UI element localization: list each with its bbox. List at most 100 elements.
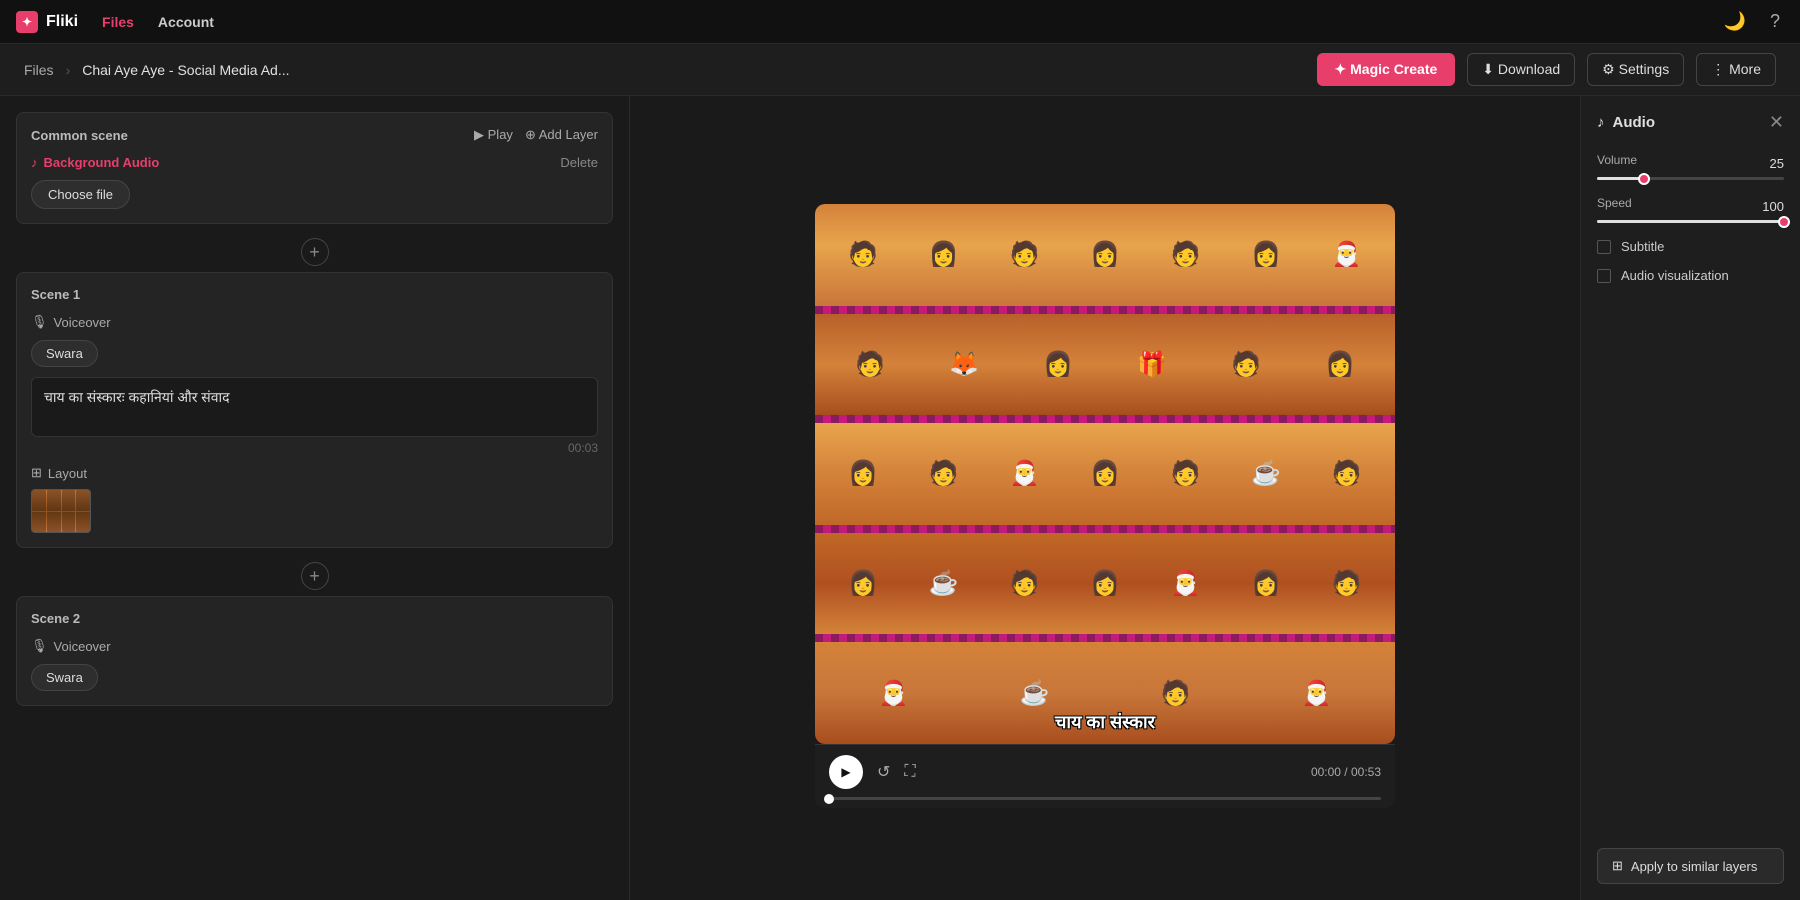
download-button[interactable]: ⬇ Download (1467, 53, 1575, 86)
subtitle-checkbox[interactable] (1597, 240, 1611, 254)
nav-files[interactable]: Files (102, 14, 134, 30)
play-button[interactable]: ▶ (829, 755, 863, 789)
dark-mode-btn[interactable]: 🌙 (1720, 7, 1750, 36)
fullscreen-btn[interactable]: ⛶ (904, 763, 915, 781)
speed-value: 100 (1762, 199, 1784, 214)
pixel-char-27: 🧑 (1332, 569, 1362, 598)
art-row-5: 🎅 ☕ 🧑 🎅 चाय का संस्कार (815, 642, 1395, 744)
pixel-char-1: 🧑 (848, 240, 878, 269)
common-scene-card: Common scene ▶ Play ⊕ Add Layer ♪ Backgr… (16, 112, 613, 224)
background-audio-row: ♪ Background Audio Delete (31, 155, 598, 170)
speaker-btn-2[interactable]: Swara (31, 664, 98, 691)
volume-slider[interactable] (1597, 177, 1784, 180)
voiceover-row-2: 🎙 Voiceover (31, 638, 598, 654)
video-controls: ▶ ↺ ⛶ 00:00 / 00:53 (815, 744, 1395, 808)
subtitle-overlay: चाय का संस्कार (1055, 710, 1155, 734)
add-layer-btn[interactable]: ⊕ Add Layer (525, 127, 598, 143)
scene1-card: Scene 1 🎙 Voiceover Swara चाय का संस्कार… (16, 272, 613, 548)
right-panel-header: ♪ Audio ✕ (1597, 112, 1784, 133)
volume-param-row: Volume 25 (1597, 153, 1784, 173)
layout-section: ⊞ Layout (31, 465, 598, 533)
scene1-header: Scene 1 (31, 287, 598, 302)
scene2-title: Scene 2 (31, 611, 80, 626)
divider-4 (815, 634, 1395, 642)
time-display: 00:00 / 00:53 (1311, 765, 1381, 779)
scene1-text-area-container: चाय का संस्कारः कहानियां और संवाद 00:03 (31, 377, 598, 455)
audio-viz-label: Audio visualization (1621, 268, 1729, 283)
pixel-char-23: 🧑 (1009, 569, 1039, 598)
art-row-2: 🧑 🦊 👩 🎁 🧑 👩 (815, 314, 1395, 416)
pixel-char-12: 🧑 (1231, 350, 1261, 379)
apply-similar-btn[interactable]: ⊞ Apply to similar layers (1597, 848, 1784, 884)
magic-create-button[interactable]: ✦ Magic Create (1317, 53, 1456, 86)
pixel-char-31: 🎅 (1302, 679, 1332, 708)
more-button[interactable]: ⋮ More (1696, 53, 1776, 86)
pixel-char-30: 🧑 (1161, 679, 1191, 708)
speaker-btn-1[interactable]: Swara (31, 340, 98, 367)
volume-value: 25 (1770, 156, 1784, 171)
speed-slider[interactable] (1597, 220, 1784, 223)
settings-button[interactable]: ⚙ Settings (1587, 53, 1684, 86)
art-row-4: 👩 ☕ 🧑 👩 🎅 👩 🧑 (815, 533, 1395, 635)
art-row-3-bg: 👩 🧑 🎅 👩 🧑 ☕ 🧑 (815, 423, 1395, 525)
nav-account[interactable]: Account (158, 14, 214, 30)
audio-viz-checkbox[interactable] (1597, 269, 1611, 283)
main-layout: Common scene ▶ Play ⊕ Add Layer ♪ Backgr… (0, 96, 1800, 900)
pixel-char-24: 👩 (1090, 569, 1120, 598)
background-audio-label: ♪ Background Audio (31, 155, 159, 170)
left-panel: Common scene ▶ Play ⊕ Add Layer ♪ Backgr… (0, 96, 630, 900)
pixel-char-19: ☕ (1251, 459, 1281, 488)
choose-file-btn[interactable]: Choose file (31, 180, 130, 209)
pixel-char-2: 👩 (929, 240, 959, 269)
scene1-text-input[interactable]: चाय का संस्कारः कहानियां और संवाद (31, 377, 598, 437)
scene2-header: Scene 2 (31, 611, 598, 626)
top-nav: ✦ Fliki Files Account 🌙 ? (0, 0, 1800, 44)
volume-label: Volume (1597, 153, 1637, 167)
apply-similar-label: Apply to similar layers (1631, 859, 1757, 874)
layout-thumbnail[interactable] (31, 489, 91, 533)
help-btn[interactable]: ? (1766, 7, 1784, 36)
video-preview: 🧑 👩 🧑 👩 🧑 👩 🎅 (815, 204, 1395, 744)
timeline-bar[interactable] (829, 797, 1381, 800)
pixel-char-8: 🧑 (855, 350, 885, 379)
breadcrumb-files[interactable]: Files (24, 62, 54, 78)
audio-viz-checkbox-row[interactable]: Audio visualization (1597, 268, 1784, 283)
art-row-4-bg: 👩 ☕ 🧑 👩 🎅 👩 🧑 (815, 533, 1395, 635)
pixel-char-11: 🎁 (1137, 350, 1167, 379)
volume-thumb[interactable] (1638, 173, 1650, 185)
rewind-btn[interactable]: ↺ (877, 762, 890, 782)
subtitle-label: Subtitle (1621, 239, 1664, 254)
subtitle-checkbox-row[interactable]: Subtitle (1597, 239, 1784, 254)
right-panel: ♪ Audio ✕ Volume 25 Speed 100 Subtitle (1580, 96, 1800, 900)
scene1-textarea[interactable]: चाय का संस्कारः कहानियां और संवाद (44, 388, 585, 420)
add-scene-btn-1[interactable]: + (16, 238, 613, 266)
layout-label: ⊞ Layout (31, 465, 598, 481)
pixel-char-7: 🎅 (1332, 240, 1362, 269)
app-logo: ✦ Fliki (16, 11, 78, 33)
pixel-char-6: 👩 (1251, 240, 1281, 269)
timeline-track[interactable] (829, 797, 1381, 800)
voiceover-row-1: 🎙 Voiceover (31, 314, 598, 330)
pixel-char-29: ☕ (1020, 679, 1050, 708)
art-row-2-bg: 🧑 🦊 👩 🎁 🧑 👩 (815, 314, 1395, 416)
divider-2 (815, 415, 1395, 423)
common-play-btn[interactable]: ▶ Play (474, 127, 513, 143)
center-panel: 🧑 👩 🧑 👩 🧑 👩 🎅 (630, 96, 1580, 900)
delete-audio-btn[interactable]: Delete (560, 155, 598, 170)
pixel-char-16: 🎅 (1009, 459, 1039, 488)
close-panel-btn[interactable]: ✕ (1769, 112, 1784, 133)
divider-1 (815, 306, 1395, 314)
breadcrumb-sep: › (66, 62, 71, 78)
art-row-1: 🧑 👩 🧑 👩 🧑 👩 🎅 (815, 204, 1395, 306)
pixel-char-17: 👩 (1090, 459, 1120, 488)
divider-3 (815, 525, 1395, 533)
pixel-char-5: 🧑 (1171, 240, 1201, 269)
add-scene-icon-2: + (301, 562, 329, 590)
nav-right: 🌙 ? (1720, 7, 1784, 36)
speed-thumb[interactable] (1778, 216, 1790, 228)
scene1-title: Scene 1 (31, 287, 80, 302)
scene2-card: Scene 2 🎙 Voiceover Swara (16, 596, 613, 706)
logo-icon: ✦ (16, 11, 38, 33)
add-scene-btn-2[interactable]: + (16, 562, 613, 590)
breadcrumb-bar: Files › Chai Aye Aye - Social Media Ad..… (0, 44, 1800, 96)
